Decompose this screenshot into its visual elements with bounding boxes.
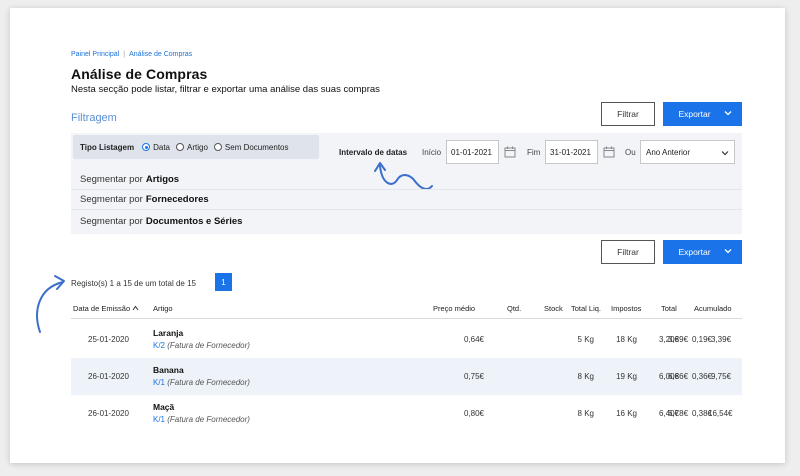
breadcrumb-current[interactable]: Análise de Compras — [129, 51, 192, 58]
segment-by-suppliers[interactable]: Segmentar por Fornecedores — [71, 190, 742, 210]
cell-total: 3,39€ — [668, 335, 689, 344]
cell-article-document: K/1 (Fatura de Fornecedor) — [153, 415, 250, 424]
radio-selected-indicator — [142, 143, 151, 151]
cell-stock: 18 Kg — [616, 335, 637, 344]
segment-target: Fornecedores — [145, 194, 209, 205]
or-label: Ou — [625, 148, 636, 157]
document-link[interactable]: K/1 — [153, 415, 165, 424]
table-row[interactable]: 26-01-2020 Banana K/1 (Fatura de Fornece… — [71, 358, 742, 395]
cell-accumulated: 9,75€ — [711, 372, 732, 381]
cell-stock: 19 Kg — [616, 372, 637, 381]
calendar-icon[interactable] — [504, 146, 516, 158]
cell-date: 26-01-2020 — [88, 409, 129, 418]
end-date-label: Fim — [527, 148, 541, 157]
segment-by-articles[interactable]: Segmentar por Artigos — [71, 170, 742, 190]
date-range-label: Intervalo de datas — [339, 148, 408, 157]
column-header-date[interactable]: Data de Emissão — [73, 304, 139, 313]
page-title: Análise de Compras — [71, 66, 208, 82]
chevron-down-icon — [724, 249, 732, 254]
column-header-stock[interactable]: Stock — [544, 304, 563, 313]
radio-data[interactable]: Data — [142, 143, 170, 152]
section-title-filtering: Filtragem — [71, 112, 117, 124]
cell-total: 6,36€ — [668, 372, 689, 381]
table-row[interactable]: 26-01-2020 Maçã K/1 (Fatura de Fornecedo… — [71, 395, 742, 432]
annotation-curved-arrow — [36, 275, 65, 333]
sort-up-icon — [132, 305, 139, 311]
cell-article-document: K/1 (Fatura de Fornecedor) — [153, 378, 250, 387]
records-count: Registo(s) 1 a 15 de um total de 15 — [71, 279, 196, 288]
document-type: (Fatura de Fornecedor) — [167, 378, 250, 387]
breadcrumb: Painel Principal | Análise de Compras — [71, 51, 192, 58]
breadcrumb-link-dashboard[interactable]: Painel Principal — [71, 51, 119, 58]
cell-article-name: Maçã — [153, 402, 175, 412]
column-header-qty[interactable]: Qtd. — [507, 304, 521, 313]
chevron-down-icon — [721, 151, 729, 156]
cell-qty: 8 Kg — [577, 409, 594, 418]
cell-article-name: Laranja — [153, 328, 184, 338]
column-header-avg-price[interactable]: Preço médio — [433, 304, 475, 313]
segment-prefix: Segmentar por — [80, 194, 143, 205]
radio-sem-documentos-label: Sem Documentos — [224, 142, 289, 152]
column-header-taxes[interactable]: Impostos — [611, 304, 641, 313]
column-header-net-total[interactable]: Total Liq. — [571, 304, 601, 313]
cell-avg-price: 0,64€ — [463, 335, 484, 344]
segment-prefix: Segmentar por — [80, 215, 143, 227]
table-header-divider — [71, 318, 742, 319]
start-date-input[interactable]: 01-01-2021 — [446, 140, 499, 164]
cell-qty: 5 Kg — [577, 335, 594, 344]
document-type: (Fatura de Fornecedor) — [167, 415, 250, 424]
pagination-page-button[interactable]: 1 — [215, 273, 232, 291]
radio-indicator — [176, 143, 184, 151]
listing-type-group: Tipo Listagem Data Artigo Sem Documentos — [73, 135, 319, 159]
cell-total: 6,78€ — [668, 409, 689, 418]
filter-button-bottom[interactable]: Filtrar — [601, 240, 655, 264]
start-date-label: Início — [422, 148, 442, 157]
cell-article-name: Banana — [153, 365, 184, 375]
cell-date: 26-01-2020 — [88, 372, 129, 381]
segment-prefix: Segmentar por — [80, 174, 143, 185]
date-preset-select[interactable]: Ano Anterior — [640, 140, 735, 164]
cell-accumulated: 3,39€ — [711, 335, 732, 344]
document-link[interactable]: K/2 — [153, 341, 165, 350]
end-date-input[interactable]: 31-01-2021 — [545, 140, 598, 164]
radio-sem-documentos[interactable]: Sem Documentos — [213, 142, 289, 152]
listing-type-label: Tipo Listagem — [80, 142, 135, 152]
export-button-label: Exportar — [678, 109, 711, 119]
export-button-bottom[interactable]: Exportar — [663, 240, 742, 264]
document-type: (Fatura de Fornecedor) — [167, 341, 250, 350]
column-header-accumulated[interactable]: Acumulado — [694, 304, 732, 313]
cell-avg-price: 0,75€ — [463, 372, 484, 381]
radio-data-label: Data — [153, 142, 170, 152]
cell-stock: 16 Kg — [616, 409, 637, 418]
filter-button-top[interactable]: Filtrar — [601, 102, 655, 126]
cell-date: 25-01-2020 — [88, 335, 129, 344]
cell-accumulated: 16,54€ — [708, 409, 733, 418]
breadcrumb-separator: | — [123, 51, 126, 58]
cell-taxes: 0,36€ — [691, 372, 712, 381]
document-link[interactable]: K/1 — [153, 378, 165, 387]
chevron-down-icon — [724, 111, 732, 116]
calendar-icon[interactable] — [603, 146, 615, 158]
export-button-top[interactable]: Exportar — [663, 102, 742, 126]
cell-avg-price: 0,80€ — [463, 409, 484, 418]
radio-indicator — [213, 143, 222, 151]
cell-qty: 8 Kg — [577, 372, 594, 381]
date-preset-value: Ano Anterior — [646, 147, 691, 157]
column-header-article[interactable]: Artigo — [153, 304, 173, 313]
cell-article-document: K/2 (Fatura de Fornecedor) — [153, 341, 250, 350]
export-button-label: Exportar — [678, 247, 711, 257]
radio-artigo-label: Artigo — [187, 142, 208, 152]
segment-by-documents[interactable]: Segmentar por Documentos e Séries — [71, 211, 742, 231]
segment-target: Artigos — [145, 174, 180, 185]
radio-artigo[interactable]: Artigo — [176, 143, 208, 152]
page-subtitle: Nesta secção pode listar, filtrar e expo… — [71, 84, 380, 95]
segment-target: Documentos e Séries — [145, 215, 243, 227]
cell-taxes: 0,19€ — [691, 335, 712, 344]
column-header-total[interactable]: Total — [661, 304, 677, 313]
table-row[interactable]: 25-01-2020 Laranja K/2 (Fatura de Fornec… — [71, 321, 742, 358]
column-header-date-label: Data de Emissão — [73, 304, 131, 313]
